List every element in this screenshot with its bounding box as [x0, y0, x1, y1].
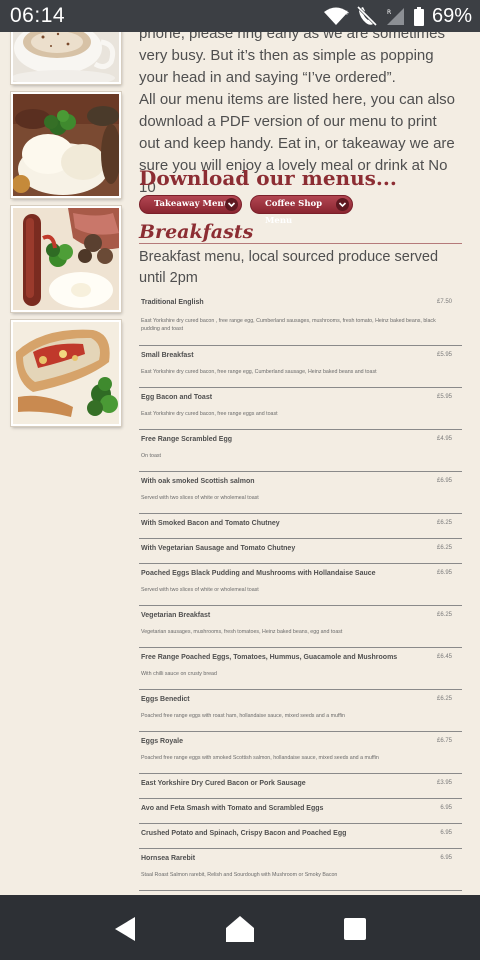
menu-item-price: £6.95: [436, 570, 452, 576]
status-icons: + R 69%: [323, 5, 472, 27]
menu-item: Poached Eggs Black Pudding and Mushrooms…: [139, 564, 462, 606]
poached-egg-breakfast-photo[interactable]: [11, 92, 121, 198]
menu-item-price: £6.25: [436, 696, 452, 702]
mute-icon: [356, 5, 378, 27]
menu-item-name: Egg Bacon and Toast: [141, 394, 213, 401]
menu-item-name: East Yorkshire Dry Cured Bacon or Pork S…: [141, 780, 306, 787]
menu-item: Small Breakfast £5.95 East Yorkshire dry…: [139, 346, 462, 388]
download-menus-heading: Download our menus...: [139, 166, 397, 190]
menu-item-price: £5.95: [436, 394, 452, 400]
menu-item-name: Crushed Potato and Spinach, Crispy Bacon…: [141, 830, 347, 837]
battery-percentage: 69%: [431, 4, 472, 27]
menu-item-name: Small Breakfast: [141, 352, 194, 359]
menu-item-name: With Vegetarian Sausage and Tomato Chutn…: [141, 545, 296, 552]
menu-item: Egg Bacon and Toast £5.95 East Yorkshire…: [139, 388, 462, 430]
clock: 06:14: [10, 4, 66, 27]
menu-item-name: Eggs Benedict: [141, 696, 190, 703]
intro-paragraph-ordering: phone, please ring early as we are somet…: [139, 32, 445, 86]
svg-text:R: R: [387, 9, 391, 16]
menu-item: With Smoked Bacon and Tomato Chutney £6.…: [139, 514, 462, 539]
menu-item-description: On toast: [141, 453, 162, 459]
navigation-bar: [0, 895, 480, 960]
menu-item-price: £4.95: [436, 436, 452, 442]
menu-item-description: Poached free range eggs with smoked Scot…: [141, 755, 379, 761]
sausage-fryup-photo[interactable]: [11, 206, 121, 312]
menu-item: Free Range Scrambled Egg £4.95 On toast: [139, 430, 462, 472]
menu-item-name: With Smoked Bacon and Tomato Chutney: [141, 520, 280, 527]
menu-item-price: 6.95: [440, 805, 452, 811]
menu-item-price: £5.95: [436, 352, 452, 358]
battery-icon: [413, 6, 424, 26]
menu-item-price: £6.25: [436, 545, 452, 551]
menu-item: With oak smoked Scottish salmon £6.95 Se…: [139, 472, 462, 514]
web-page: phone, please ring early as we are somet…: [0, 32, 480, 895]
signal-icon: R: [385, 6, 407, 26]
back-icon: [115, 917, 135, 941]
menu-item: Avo and Feta Smash with Tomato and Scram…: [139, 799, 462, 824]
menu-item: East Yorkshire Dry Cured Bacon or Pork S…: [139, 774, 462, 799]
menu-item-name: Free Range Scrambled Egg: [141, 436, 233, 443]
chevron-down-icon: [225, 198, 238, 211]
menu-item: Vegetarian Breakfast £6.25 Vegetarian sa…: [139, 606, 462, 648]
menu-item-description: Served with two slices of white or whole…: [141, 587, 259, 593]
menu-item-price: £6.25: [436, 612, 452, 618]
menu-item-price: 6.95: [440, 830, 452, 836]
recents-button[interactable]: [339, 913, 371, 945]
menu-item-price: £7.50: [436, 299, 452, 305]
menu-item-name: With oak smoked Scottish salmon: [141, 478, 255, 485]
menu-item-name: Traditional English: [141, 299, 204, 306]
home-button[interactable]: [224, 913, 256, 945]
home-icon: [226, 916, 254, 942]
menu-item: Hornsea Rarebit 6.95 Staal Roast Salmon …: [139, 849, 462, 891]
heading-divider: [139, 243, 462, 244]
coffee-shop-menu-button[interactable]: Coffee Shop Menu: [250, 195, 353, 226]
menu-item-name: Free Range Poached Eggs, Tomatoes, Hummu…: [141, 654, 398, 661]
menu-item: Crushed Potato and Spinach, Crispy Bacon…: [139, 824, 462, 849]
menu-item-name: Poached Eggs Black Pudding and Mushrooms…: [141, 570, 376, 577]
menu-item-description: East Yorkshire dry cured bacon, free ran…: [141, 369, 377, 375]
menu-item-description: Poached free range eggs with roast ham, …: [141, 713, 345, 719]
wifi-icon: +: [323, 6, 349, 26]
menu-item-name: Hornsea Rarebit: [141, 855, 196, 862]
status-bar: 06:14 + R 69%: [0, 0, 480, 32]
menu-item: Free Range Poached Eggs, Tomatoes, Hummu…: [139, 648, 462, 690]
menu-item-name: Avo and Feta Smash with Tomato and Scram…: [141, 805, 324, 812]
menu-item-description: Served with two slices of white or whole…: [141, 495, 259, 501]
menu-item-price: £6.95: [436, 478, 452, 484]
menu-item: Eggs Royale £6.75 Poached free range egg…: [139, 732, 462, 774]
menu-item-price: £6.45: [436, 654, 452, 660]
svg-text:+: +: [344, 9, 349, 17]
takeaway-menu-label: Takeaway Menu: [154, 199, 230, 209]
takeaway-menu-button[interactable]: Takeaway Menu: [139, 195, 242, 214]
breakfasts-subtitle: Breakfast menu, local sourced produce se…: [139, 249, 439, 286]
back-button[interactable]: [110, 913, 142, 945]
menu-item-description: With chilli sauce on crusty bread: [141, 671, 217, 677]
menu-item-description: East Yorkshire dry cured bacon, free ran…: [141, 411, 278, 417]
menu-item-description: Staal Roast Salmon rarebit, Relish and S…: [141, 872, 338, 878]
recents-icon: [344, 918, 366, 940]
breakfast-menu-list: Traditional English £7.50 East Yorkshire…: [139, 290, 462, 891]
menu-item: With Vegetarian Sausage and Tomato Chutn…: [139, 539, 462, 564]
menu-item-description: East Yorkshire dry cured bacon , free ra…: [141, 318, 436, 332]
menu-item-price: 6.95: [440, 855, 452, 861]
menu-item: Traditional English £7.50 East Yorkshire…: [139, 290, 462, 346]
menu-item-price: £6.25: [436, 520, 452, 526]
coffee-photo[interactable]: [11, 32, 121, 84]
breakfasts-heading: Breakfasts: [139, 221, 254, 243]
coffee-shop-menu-label: Coffee Shop Menu: [265, 199, 323, 226]
breakfast-wrap-photo[interactable]: [11, 320, 121, 426]
menu-item: Eggs Benedict £6.25 Poached free range e…: [139, 690, 462, 732]
menu-item-name: Eggs Royale: [141, 738, 184, 745]
menu-item-name: Vegetarian Breakfast: [141, 612, 211, 619]
chevron-down-icon: [336, 198, 349, 211]
menu-item-description: Vegetarian sausages, mushrooms, fresh to…: [141, 629, 343, 635]
menu-item-price: £3.95: [436, 780, 452, 786]
menu-item-price: £6.75: [436, 738, 452, 744]
